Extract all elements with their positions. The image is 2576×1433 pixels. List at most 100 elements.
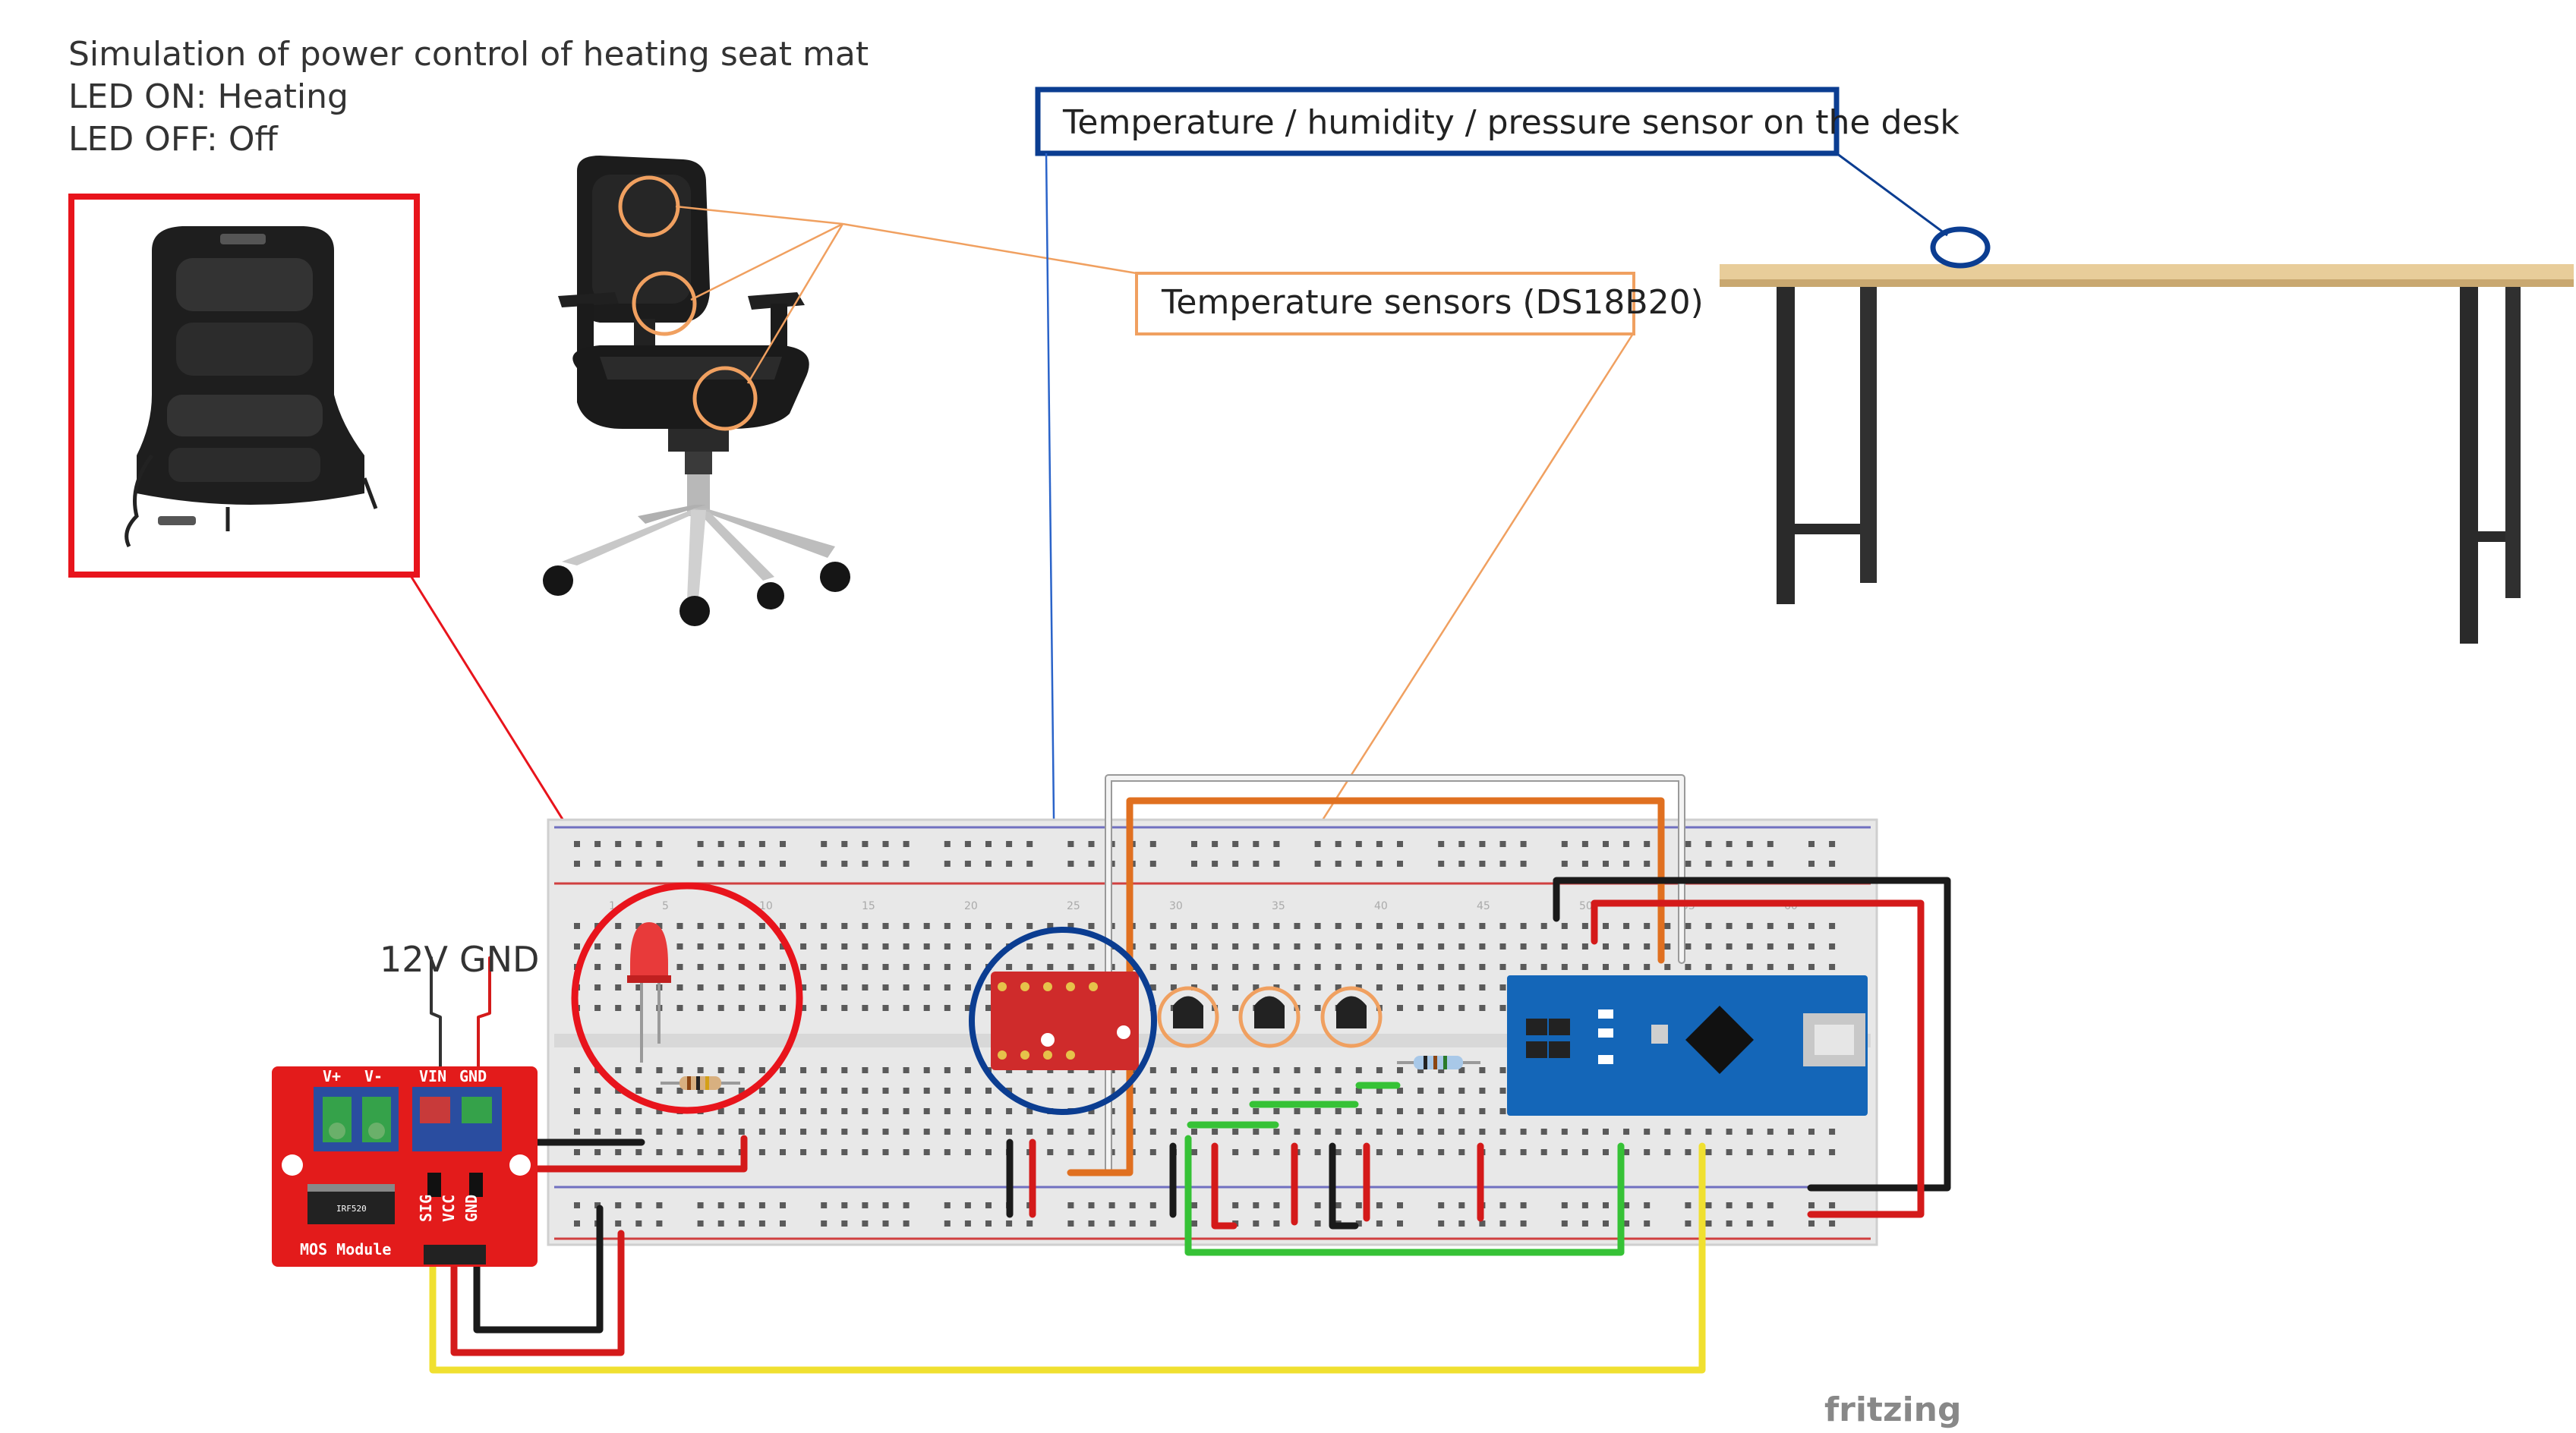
breadboard-hole: [1767, 964, 1774, 970]
breadboard-hole: [862, 1108, 869, 1114]
breadboard-hole: [594, 943, 601, 950]
breadboard-hole: [800, 943, 807, 950]
breadboard-hole: [1603, 1220, 1609, 1227]
breadboard-hole: [1232, 841, 1239, 847]
breadboard-hole: [1088, 964, 1095, 970]
breadboard-hole: [594, 841, 601, 847]
fritzing-logo: fritzing: [1824, 1390, 1961, 1429]
breadboard-hole: [903, 984, 910, 991]
breadboard-hole: [697, 841, 704, 847]
breadboard-hole: [1397, 841, 1403, 847]
breadboard-hole: [1499, 984, 1506, 991]
breadboard-hole: [1212, 1108, 1219, 1114]
breadboard-hole: [841, 1129, 848, 1135]
breadboard-hole: [1808, 943, 1815, 950]
breadboard-hole: [780, 1129, 786, 1135]
breadboard-hole: [821, 1108, 828, 1114]
breadboard-hole: [1603, 861, 1609, 867]
breadboard-hole: [821, 1149, 828, 1155]
breadboard-hole: [1191, 1220, 1197, 1227]
breadboard-hole: [821, 923, 828, 929]
breadboard-hole: [1705, 1149, 1712, 1155]
breadboard-hole: [1314, 861, 1321, 867]
breadboard-hole: [1520, 943, 1527, 950]
breadboard-hole: [1685, 1202, 1692, 1208]
breadboard-hole: [1314, 943, 1321, 950]
breadboard-hole: [1540, 1149, 1547, 1155]
breadboard-hole: [1047, 1149, 1054, 1155]
breadboard-hole: [1253, 964, 1260, 970]
breadboard-hole: [615, 1129, 622, 1135]
breadboard-hole: [1664, 1149, 1671, 1155]
breadboard-hole: [780, 1005, 786, 1011]
breadboard-hole: [821, 1129, 828, 1135]
mos-chip-label: IRF520: [336, 1204, 367, 1214]
breadboard-hole: [1644, 841, 1651, 847]
breadboard-hole: [1603, 923, 1609, 929]
breadboard-hole: [1746, 861, 1753, 867]
breadboard-hole: [615, 984, 622, 991]
breadboard-hole: [1232, 1129, 1239, 1135]
breadboard-hole: [1603, 943, 1609, 950]
breadboard-hole: [1149, 943, 1156, 950]
breadboard-hole: [1438, 861, 1445, 867]
breadboard-hole: [1129, 1220, 1136, 1227]
breadboard-hole: [1644, 943, 1651, 950]
breadboard-hole: [1170, 1108, 1177, 1114]
breadboard-hole: [800, 1108, 807, 1114]
breadboard-hole: [615, 841, 622, 847]
breadboard-hole: [1726, 964, 1733, 970]
breadboard-hole: [1417, 1108, 1424, 1114]
breadboard-hole: [841, 943, 848, 950]
breadboard-hole: [1273, 1220, 1280, 1227]
col-num: 20: [964, 900, 978, 912]
breadboard-hole: [676, 943, 683, 950]
breadboard-hole: [1314, 1202, 1321, 1208]
breadboard-hole: [1314, 1088, 1321, 1094]
breadboard-hole: [1129, 1202, 1136, 1208]
breadboard-hole: [1212, 1129, 1219, 1135]
terminal-v-plus-label: V+: [323, 1067, 341, 1085]
breadboard-hole: [1397, 1067, 1403, 1073]
breadboard-hole: [1726, 861, 1733, 867]
breadboard-hole: [1335, 861, 1342, 867]
breadboard-hole: [738, 1067, 745, 1073]
breadboard-hole: [1397, 943, 1403, 950]
breadboard-hole: [1417, 964, 1424, 970]
breadboard-hole: [1088, 841, 1095, 847]
breadboard-hole: [903, 1067, 910, 1073]
breadboard-hole: [841, 1149, 848, 1155]
breadboard-hole: [1026, 943, 1033, 950]
breadboard-hole: [1520, 1129, 1527, 1135]
breadboard-hole: [594, 1108, 601, 1114]
breadboard-hole: [1829, 841, 1836, 847]
breadboard-hole: [1232, 1088, 1239, 1094]
breadboard-hole: [1705, 964, 1712, 970]
breadboard-hole: [1149, 1067, 1156, 1073]
breadboard-hole: [758, 841, 765, 847]
breadboard-hole: [1808, 923, 1815, 929]
breadboard-hole: [1047, 1088, 1054, 1094]
breadboard-hole: [1705, 1202, 1712, 1208]
breadboard-hole: [1540, 1129, 1547, 1135]
breadboard-hole: [964, 964, 971, 970]
breadboard-hole: [1664, 943, 1671, 950]
breadboard-hole: [1273, 841, 1280, 847]
breadboard-hole: [1581, 1220, 1588, 1227]
breadboard-hole: [1540, 943, 1547, 950]
breadboard-hole: [574, 1108, 580, 1114]
breadboard-hole: [656, 1149, 663, 1155]
breadboard-hole: [1746, 841, 1753, 847]
breadboard-hole: [1520, 1149, 1527, 1155]
breadboard-hole: [1212, 923, 1219, 929]
breadboard-hole: [1294, 964, 1301, 970]
breadboard-hole: [1376, 984, 1383, 991]
breadboard-hole: [1149, 964, 1156, 970]
breadboard-hole: [1067, 943, 1074, 950]
breadboard-hole: [738, 1129, 745, 1135]
breadboard-hole: [1294, 1108, 1301, 1114]
breadboard-hole: [1355, 964, 1362, 970]
breadboard-hole: [1397, 1129, 1403, 1135]
breadboard-hole: [1212, 1067, 1219, 1073]
breadboard-hole: [1108, 1202, 1115, 1208]
